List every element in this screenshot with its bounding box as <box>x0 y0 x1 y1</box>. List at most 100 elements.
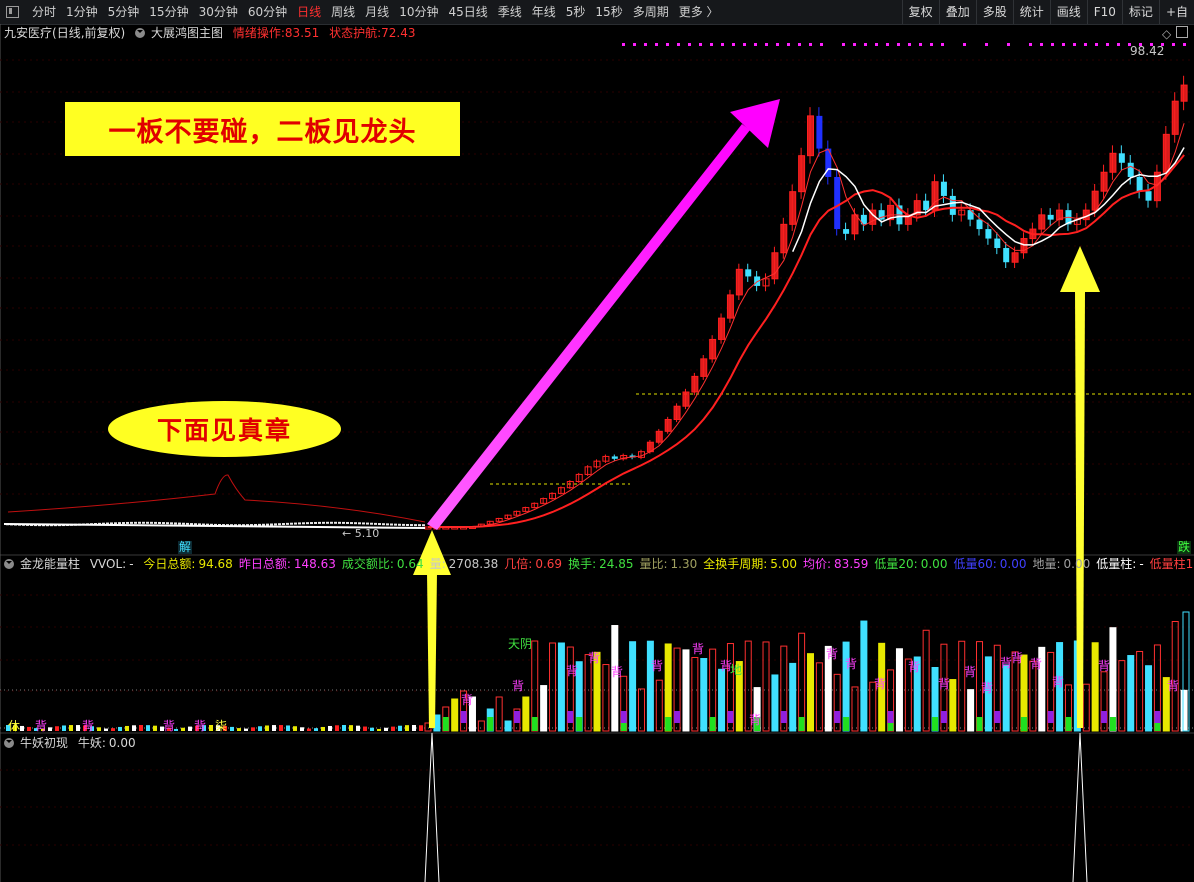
volume-bar <box>118 726 122 731</box>
volume-bar <box>370 727 374 731</box>
magenta-dot <box>842 43 845 46</box>
bei-tag-11: 背 <box>874 677 887 691</box>
candle-fill <box>1172 101 1179 135</box>
volume-bar <box>391 726 395 731</box>
volume-sub-bar <box>780 711 787 723</box>
volume-bar <box>629 641 637 732</box>
volume-sub-bar <box>1065 717 1072 731</box>
magenta-dot <box>688 43 691 46</box>
flat-candle <box>322 521 325 524</box>
bei-tag-21: 背 <box>1167 679 1180 693</box>
expand-icon[interactable] <box>1176 26 1188 38</box>
magenta-dot <box>666 43 669 46</box>
oscillator-label: 牛妖: <box>77 736 106 750</box>
volume-sub-bar <box>576 717 583 731</box>
volume-bar <box>1002 664 1010 732</box>
magenta-dot <box>1007 43 1010 46</box>
volume-indicator-dropdown-icon[interactable] <box>4 559 14 569</box>
volume-bar <box>363 726 367 731</box>
oscillator-dropdown-icon[interactable] <box>4 738 14 748</box>
volume-bars <box>6 611 1190 732</box>
bei-tag-19: 背 <box>1052 675 1065 689</box>
volume-bar <box>328 725 332 731</box>
flat-candle <box>118 522 121 525</box>
flat-candle <box>170 522 173 525</box>
volume-bar <box>815 662 823 732</box>
volume-sub-bar <box>727 711 734 723</box>
volume-bar <box>691 656 699 732</box>
oscillator-title[interactable]: 牛妖初现 <box>20 736 68 750</box>
candle-fill <box>1109 153 1116 173</box>
flat-candle <box>358 522 361 525</box>
flat-candle <box>350 522 353 525</box>
volume-bar <box>314 728 318 731</box>
magenta-dot <box>1073 43 1076 46</box>
volume-bar <box>1171 621 1179 732</box>
volume-stats: 今日总额: 94.68 昨日总额: 148.63 成交额比: 0.64 量: 2708.38 几… <box>143 557 1194 571</box>
volume-bar <box>307 728 311 731</box>
diamond-icon[interactable]: ◇ <box>1162 27 1171 41</box>
flat-candle <box>126 521 129 524</box>
emotion-value: 83.51 <box>284 26 320 40</box>
volume-stat-label-11: 地量: <box>1032 557 1061 571</box>
volume-sub-bar <box>674 711 681 723</box>
volume-stat-label-8: 均价: <box>803 557 832 571</box>
volume-sub-bar <box>709 717 716 731</box>
flat-candle <box>302 522 305 525</box>
volume-stat-value-12: - <box>1139 557 1144 571</box>
magenta-dot <box>1183 43 1186 46</box>
flat-candle <box>150 521 153 524</box>
flat-candle <box>174 522 177 525</box>
volume-stat-value-2: 0.64 <box>396 557 424 571</box>
volume-sub-bar <box>531 717 538 731</box>
magenta-dot <box>985 43 988 46</box>
magenta-dot <box>655 43 658 46</box>
vvol-value: - <box>129 557 134 571</box>
volume-stat-value-6: 1.30 <box>670 557 698 571</box>
bei-tag-12: 背 <box>908 660 921 674</box>
diliang-tag: 地 <box>730 663 743 677</box>
oscillator-value: 0.00 <box>108 736 136 750</box>
indicator-dropdown-icon[interactable] <box>135 28 146 38</box>
volume-bar <box>646 640 654 732</box>
volume-bar <box>637 688 645 732</box>
volume-bar <box>1145 665 1153 732</box>
volume-stat-label-7: 全换手周期: <box>703 557 768 571</box>
volume-bar <box>132 725 136 731</box>
flat-candle <box>166 522 169 525</box>
volume-bar <box>342 725 346 731</box>
magenta-dot <box>677 43 680 46</box>
flat-candle <box>402 523 405 526</box>
flat-candle <box>290 522 293 525</box>
volume-stat-label-4: 几倍: <box>504 557 533 571</box>
candle-fill <box>691 376 698 393</box>
volume-bar <box>69 725 73 731</box>
volume-stat-label-9: 低量20: <box>874 557 918 571</box>
volume-stat-value-8: 83.59 <box>834 557 869 571</box>
magenta-dot <box>633 43 636 46</box>
flat-candle <box>390 523 393 526</box>
flat-candle <box>114 522 117 525</box>
candle-body <box>611 456 618 459</box>
candle-fill <box>709 339 716 359</box>
low-price-label: ← 5.10 <box>342 527 380 540</box>
flat-candle <box>294 522 297 525</box>
magenta-dot <box>875 43 878 46</box>
flat-candle <box>310 522 313 525</box>
volume-bar <box>55 726 59 731</box>
volume-bar <box>451 698 459 732</box>
magenta-dot <box>776 43 779 46</box>
volume-stat-label-10: 低量60: <box>953 557 997 571</box>
volume-title[interactable]: 金龙能量柱 <box>20 557 80 571</box>
volume-bar <box>522 696 530 732</box>
stock-name[interactable]: 九安医疗 <box>4 26 52 40</box>
indicator-name[interactable]: 大展鸿图主图 <box>151 26 223 40</box>
volume-sub-bar <box>620 711 627 723</box>
volume-sub-bar <box>487 717 494 731</box>
volume-bar <box>335 725 339 731</box>
brace-line <box>7 474 426 523</box>
flat-candle <box>410 524 413 527</box>
magenta-arrow-shaft <box>427 124 750 530</box>
candle-fill <box>807 115 814 156</box>
volume-bar <box>1127 655 1135 732</box>
